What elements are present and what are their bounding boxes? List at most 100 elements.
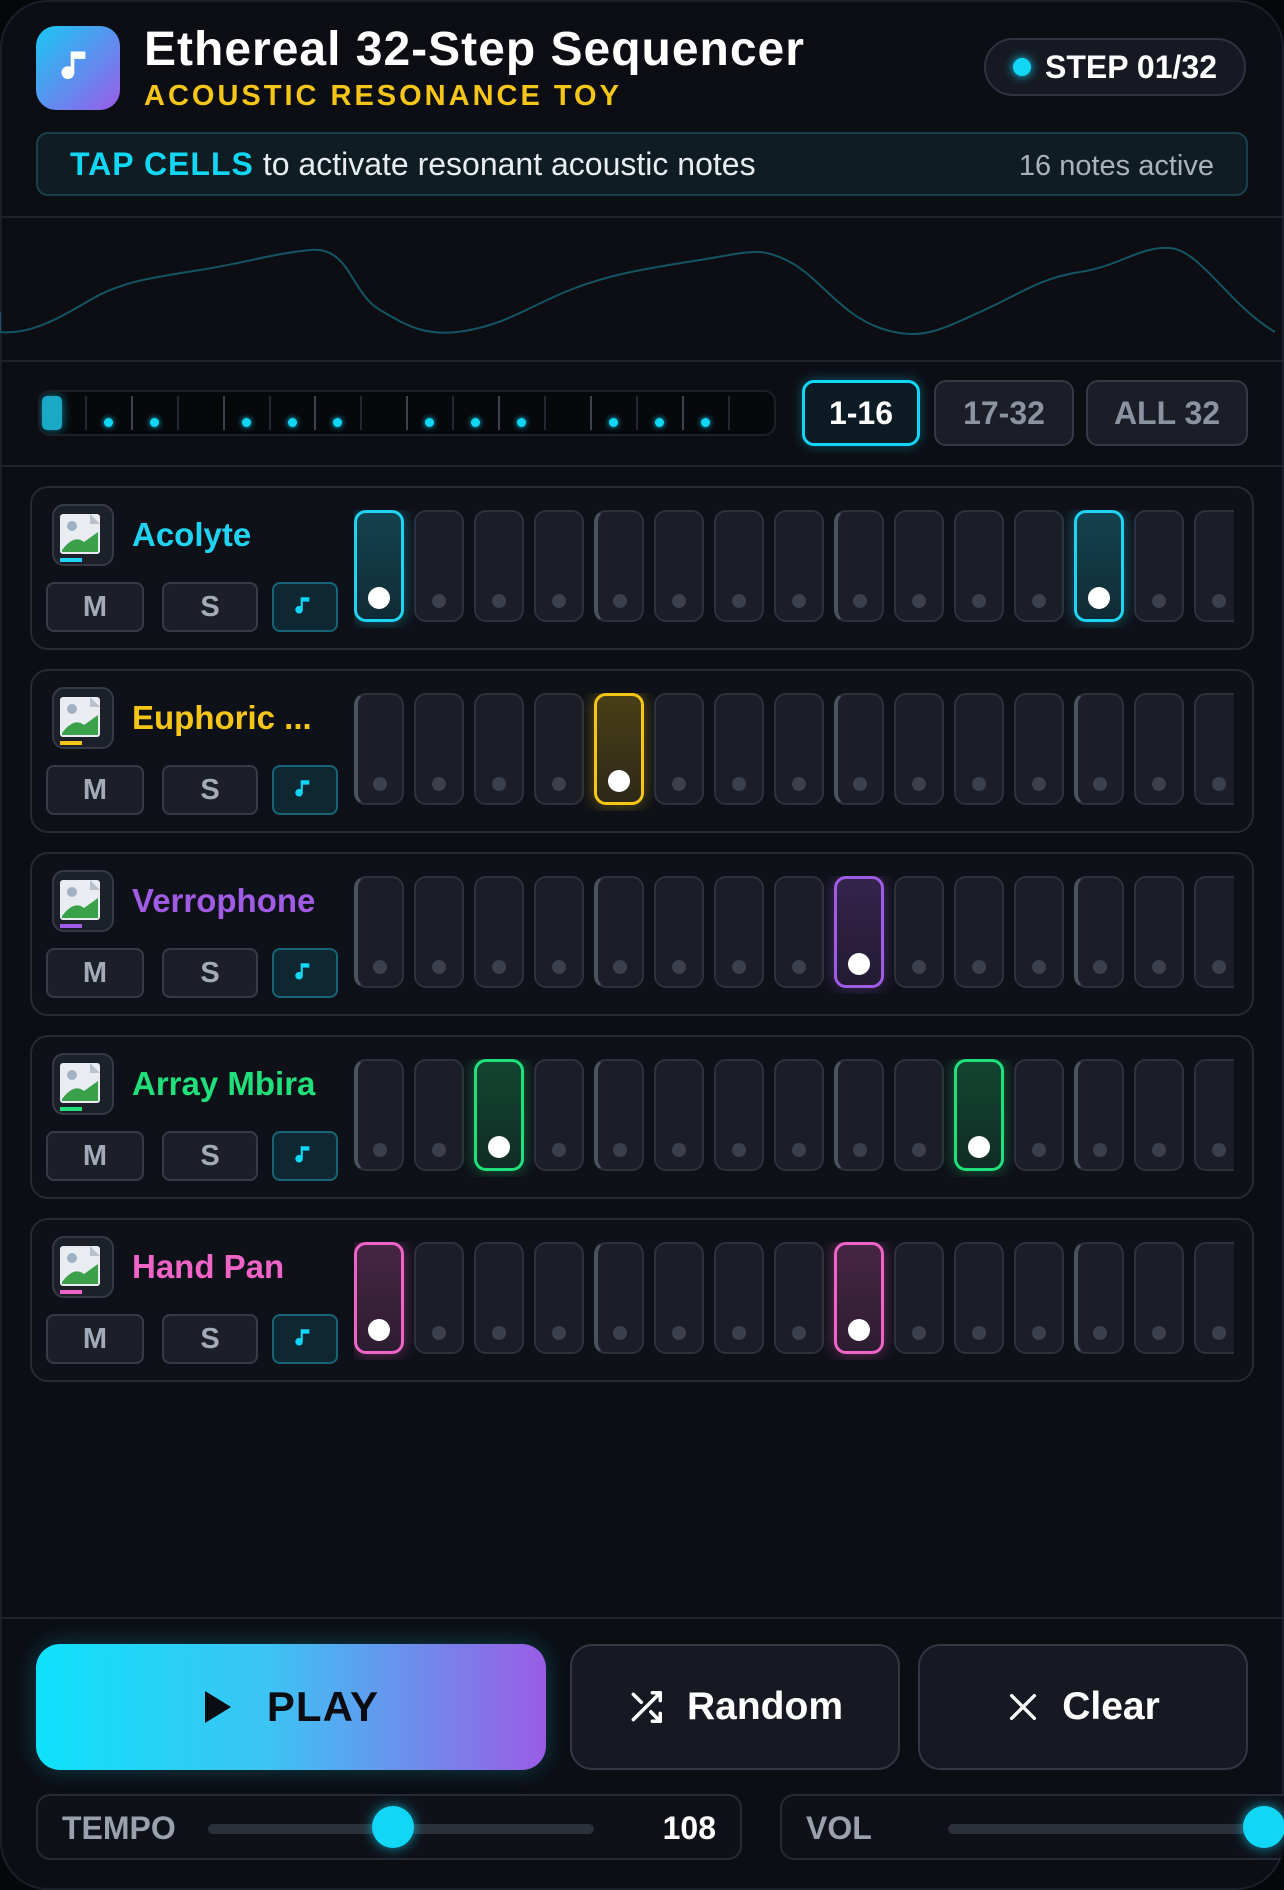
step-cell-12[interactable]: [1014, 876, 1064, 988]
step-cell-14[interactable]: [1134, 1059, 1184, 1171]
step-cell-11[interactable]: [954, 1059, 1004, 1171]
step-cell-2[interactable]: [414, 1242, 464, 1354]
step-cell-1[interactable]: [354, 1059, 404, 1171]
overview-step-13[interactable]: [591, 392, 636, 434]
step-cell-13[interactable]: [1074, 1059, 1124, 1171]
step-cell-13[interactable]: [1074, 510, 1124, 622]
step-cell-5[interactable]: [594, 510, 644, 622]
page-button-3[interactable]: ALL 32: [1086, 380, 1248, 446]
mute-button[interactable]: M: [46, 765, 144, 815]
clear-button[interactable]: Clear: [918, 1644, 1248, 1770]
overview-step-9[interactable]: [407, 392, 452, 434]
step-cell-4[interactable]: [534, 693, 584, 805]
step-cell-6[interactable]: [654, 510, 704, 622]
overview-step-4[interactable]: [178, 392, 223, 434]
step-cell-7[interactable]: [714, 510, 764, 622]
step-cell-8[interactable]: [774, 693, 824, 805]
step-cell-12[interactable]: [1014, 510, 1064, 622]
overview-step-12[interactable]: [545, 392, 590, 434]
step-cell-15[interactable]: [1194, 693, 1234, 805]
solo-button[interactable]: S: [162, 582, 258, 632]
step-cell-7[interactable]: [714, 1242, 764, 1354]
step-cell-3[interactable]: [474, 876, 524, 988]
overview-step-8[interactable]: [361, 392, 406, 434]
mute-button[interactable]: M: [46, 1131, 144, 1181]
step-cell-6[interactable]: [654, 1242, 704, 1354]
mute-button[interactable]: M: [46, 1314, 144, 1364]
step-cell-9[interactable]: [834, 876, 884, 988]
step-cell-10[interactable]: [894, 1242, 944, 1354]
step-cell-12[interactable]: [1014, 693, 1064, 805]
step-cell-8[interactable]: [774, 1242, 824, 1354]
step-cell-2[interactable]: [414, 1059, 464, 1171]
instrument-button[interactable]: [272, 582, 338, 632]
step-cell-9[interactable]: [834, 693, 884, 805]
step-cell-6[interactable]: [654, 693, 704, 805]
step-cell-10[interactable]: [894, 1059, 944, 1171]
volume-slider-handle[interactable]: [1242, 1806, 1284, 1848]
step-cell-13[interactable]: [1074, 693, 1124, 805]
step-cell-5[interactable]: [594, 1059, 644, 1171]
volume-slider-track[interactable]: [948, 1824, 1270, 1834]
step-cell-10[interactable]: [894, 876, 944, 988]
solo-button[interactable]: S: [162, 948, 258, 998]
overview-step-14[interactable]: [637, 392, 682, 434]
step-cell-5[interactable]: [594, 876, 644, 988]
overview-step-11[interactable]: [499, 392, 544, 434]
step-cell-4[interactable]: [534, 876, 584, 988]
step-cell-4[interactable]: [534, 1242, 584, 1354]
step-cell-14[interactable]: [1134, 876, 1184, 988]
overview-step-3[interactable]: [132, 392, 177, 434]
step-cell-2[interactable]: [414, 693, 464, 805]
step-cell-11[interactable]: [954, 510, 1004, 622]
overview-step-6[interactable]: [270, 392, 315, 434]
solo-button[interactable]: S: [162, 1131, 258, 1181]
instrument-button[interactable]: [272, 1131, 338, 1181]
step-cell-7[interactable]: [714, 693, 764, 805]
page-button-2[interactable]: 17-32: [934, 380, 1074, 446]
step-cell-7[interactable]: [714, 876, 764, 988]
step-cell-3[interactable]: [474, 510, 524, 622]
step-cell-15[interactable]: [1194, 876, 1234, 988]
step-cell-3[interactable]: [474, 1059, 524, 1171]
overview-step-16[interactable]: [729, 392, 774, 434]
overview-step-10[interactable]: [453, 392, 498, 434]
step-cell-15[interactable]: [1194, 510, 1234, 622]
solo-button[interactable]: S: [162, 1314, 258, 1364]
step-cell-9[interactable]: [834, 1242, 884, 1354]
step-cell-9[interactable]: [834, 1059, 884, 1171]
step-cell-14[interactable]: [1134, 510, 1184, 622]
step-cell-12[interactable]: [1014, 1059, 1064, 1171]
play-button[interactable]: PLAY: [36, 1644, 546, 1770]
overview-step-7[interactable]: [315, 392, 360, 434]
step-cell-11[interactable]: [954, 1242, 1004, 1354]
step-cell-4[interactable]: [534, 1059, 584, 1171]
step-cell-9[interactable]: [834, 510, 884, 622]
step-cell-2[interactable]: [414, 876, 464, 988]
step-cell-5[interactable]: [594, 1242, 644, 1354]
overview-step-2[interactable]: [86, 392, 131, 434]
step-cell-6[interactable]: [654, 1059, 704, 1171]
step-overview[interactable]: [38, 390, 776, 436]
mute-button[interactable]: M: [46, 582, 144, 632]
step-cell-8[interactable]: [774, 876, 824, 988]
instrument-button[interactable]: [272, 1314, 338, 1364]
step-cell-8[interactable]: [774, 510, 824, 622]
step-cell-15[interactable]: [1194, 1242, 1234, 1354]
overview-step-15[interactable]: [683, 392, 728, 434]
step-cell-4[interactable]: [534, 510, 584, 622]
step-cell-10[interactable]: [894, 510, 944, 622]
step-cell-1[interactable]: [354, 510, 404, 622]
page-button-1[interactable]: 1-16: [802, 380, 920, 446]
step-cell-13[interactable]: [1074, 876, 1124, 988]
step-cell-1[interactable]: [354, 693, 404, 805]
step-cell-11[interactable]: [954, 876, 1004, 988]
step-cell-3[interactable]: [474, 1242, 524, 1354]
overview-step-5[interactable]: [224, 392, 269, 434]
instrument-button[interactable]: [272, 948, 338, 998]
step-cell-3[interactable]: [474, 693, 524, 805]
solo-button[interactable]: S: [162, 765, 258, 815]
step-cell-14[interactable]: [1134, 1242, 1184, 1354]
step-cell-15[interactable]: [1194, 1059, 1234, 1171]
step-cell-13[interactable]: [1074, 1242, 1124, 1354]
